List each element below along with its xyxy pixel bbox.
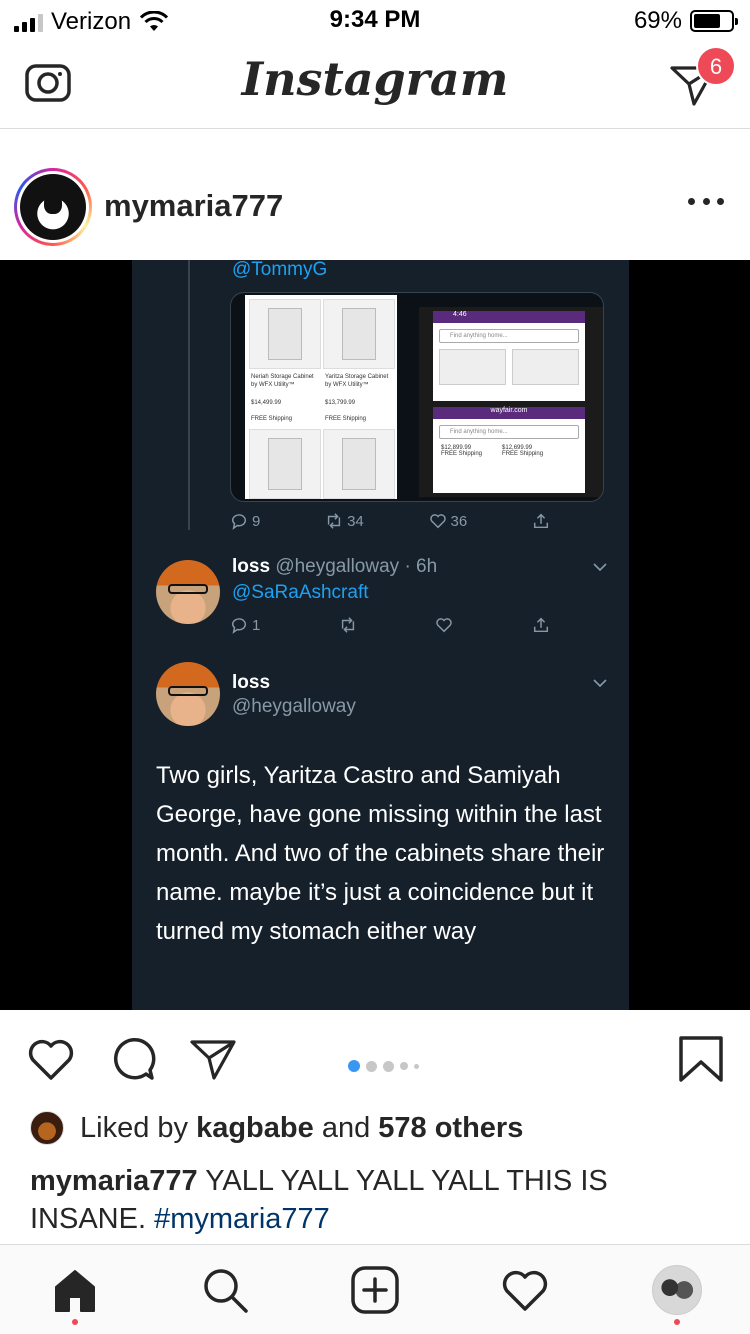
product-price: $13,799.99: [325, 400, 356, 406]
tweet-mention: @TommyG: [232, 260, 328, 280]
post-image[interactable]: @TommyG Neriah Storage Cabinet by WFX Ut…: [0, 260, 750, 1010]
battery-percent: 69%: [633, 7, 682, 34]
carousel-dot: [414, 1063, 419, 1069]
status-right: 69%: [633, 7, 738, 35]
chevron-down-icon: [593, 679, 607, 688]
product-name: Yaritza Storage Cabinet by WFX Utility™: [325, 374, 389, 388]
caption-hashtag[interactable]: #mymaria777: [154, 1203, 330, 1235]
caption-username[interactable]: mymaria777: [30, 1165, 198, 1197]
carousel-dot: [348, 1060, 360, 1072]
tweet-actions: 9 34 36: [230, 512, 550, 530]
activity-heart-icon[interactable]: [500, 1265, 550, 1315]
comment-icon[interactable]: [108, 1034, 158, 1084]
author-avatar[interactable]: [14, 168, 92, 246]
post-caption: mymaria777 YALL YALL YALL YALL THIS IS I…: [30, 1162, 720, 1238]
tweet-media: Neriah Storage Cabinet by WFX Utility™ $…: [230, 292, 604, 502]
phone-screenshot: 4:46 Find anything home...: [433, 311, 585, 401]
search-icon[interactable]: [200, 1265, 250, 1315]
phone-screenshots: 4:46 Find anything home... wayfair.com F…: [419, 307, 603, 497]
heart-icon: [436, 618, 453, 633]
product-grid-screenshot: Neriah Storage Cabinet by WFX Utility™ $…: [245, 295, 397, 499]
share-direct-icon[interactable]: [188, 1034, 238, 1084]
tweet-body: Two girls, Yaritza Castro and Samiyah Ge…: [156, 762, 605, 945]
message-count-badge: 6: [696, 46, 736, 86]
reply-count: 9: [230, 512, 260, 530]
reply-author-avatar: [156, 560, 220, 624]
phone-screenshot: wayfair.com Find anything home... $12,89…: [433, 407, 585, 493]
heart-icon: [429, 514, 446, 529]
reply-icon: [231, 514, 246, 530]
reply-actions: 1: [230, 616, 550, 634]
liker-avatar: [30, 1111, 64, 1145]
home-notification-dot: [72, 1319, 78, 1325]
reply-mention: @SaRaAshcraft: [232, 582, 369, 603]
product-shipping: FREE Shipping: [441, 451, 483, 457]
post-header: mymaria777: [0, 130, 750, 260]
product-shipping: FREE Shipping: [325, 416, 367, 422]
main-author-handle: @heygalloway: [232, 696, 356, 717]
carousel-dot: [383, 1060, 394, 1072]
like-count: 36: [429, 512, 467, 530]
share-action: [532, 616, 550, 634]
likes-others-count[interactable]: 578 others: [378, 1112, 523, 1145]
reply-author: loss @heygalloway · 6h: [232, 556, 438, 577]
profile-notification-dot: [674, 1319, 680, 1325]
thread-line: [188, 260, 190, 530]
main-author-avatar: [156, 662, 220, 726]
status-bar: Verizon 9:34 PM 69%: [0, 0, 750, 40]
retweet-icon: [327, 513, 341, 529]
product-shipping: FREE Shipping: [251, 416, 293, 422]
post-action-bar: [0, 1010, 750, 1106]
battery-icon: [690, 10, 738, 32]
share-action: [532, 512, 550, 530]
add-post-icon[interactable]: [350, 1265, 400, 1315]
retweet-count: 34: [325, 512, 364, 530]
retweet-icon: [341, 617, 355, 633]
product-price: $14,499.99: [251, 400, 282, 406]
product-name: Neriah Storage Cabinet by WFX Utility™: [251, 374, 314, 388]
tweet-screenshot: @TommyG Neriah Storage Cabinet by WFX Ut…: [132, 260, 629, 1010]
reply-count: 1: [230, 616, 260, 634]
instagram-logo: Instagram: [241, 52, 509, 106]
carousel-dot: [366, 1060, 377, 1072]
bottom-nav: [0, 1244, 750, 1334]
home-icon[interactable]: [50, 1265, 100, 1315]
liked-by-prefix: Liked by: [80, 1111, 189, 1144]
liked-by-row[interactable]: Liked by kagbabe and 578 others: [30, 1106, 523, 1150]
carousel-dot: [400, 1062, 408, 1070]
main-author-name: loss: [232, 672, 271, 693]
retweet-action: [339, 616, 357, 634]
share-icon: [533, 617, 549, 633]
app-header: Instagram 6: [0, 40, 750, 129]
reply-handle-time: @heygalloway · 6h: [275, 556, 438, 577]
like-heart-icon[interactable]: [26, 1034, 76, 1084]
post-username[interactable]: mymaria777: [104, 188, 283, 224]
profile-avatar[interactable]: [652, 1265, 702, 1315]
product-shipping: FREE Shipping: [502, 451, 544, 457]
more-options-icon[interactable]: [688, 198, 724, 208]
chevron-down-icon: [593, 563, 607, 572]
liked-by-joiner: and: [321, 1111, 371, 1144]
liker-username[interactable]: kagbabe: [196, 1112, 314, 1145]
share-icon: [533, 513, 548, 529]
carousel-indicator: [348, 1060, 419, 1072]
like-action: [435, 616, 453, 634]
reply-icon: [231, 618, 246, 634]
bookmark-icon[interactable]: [676, 1034, 726, 1084]
